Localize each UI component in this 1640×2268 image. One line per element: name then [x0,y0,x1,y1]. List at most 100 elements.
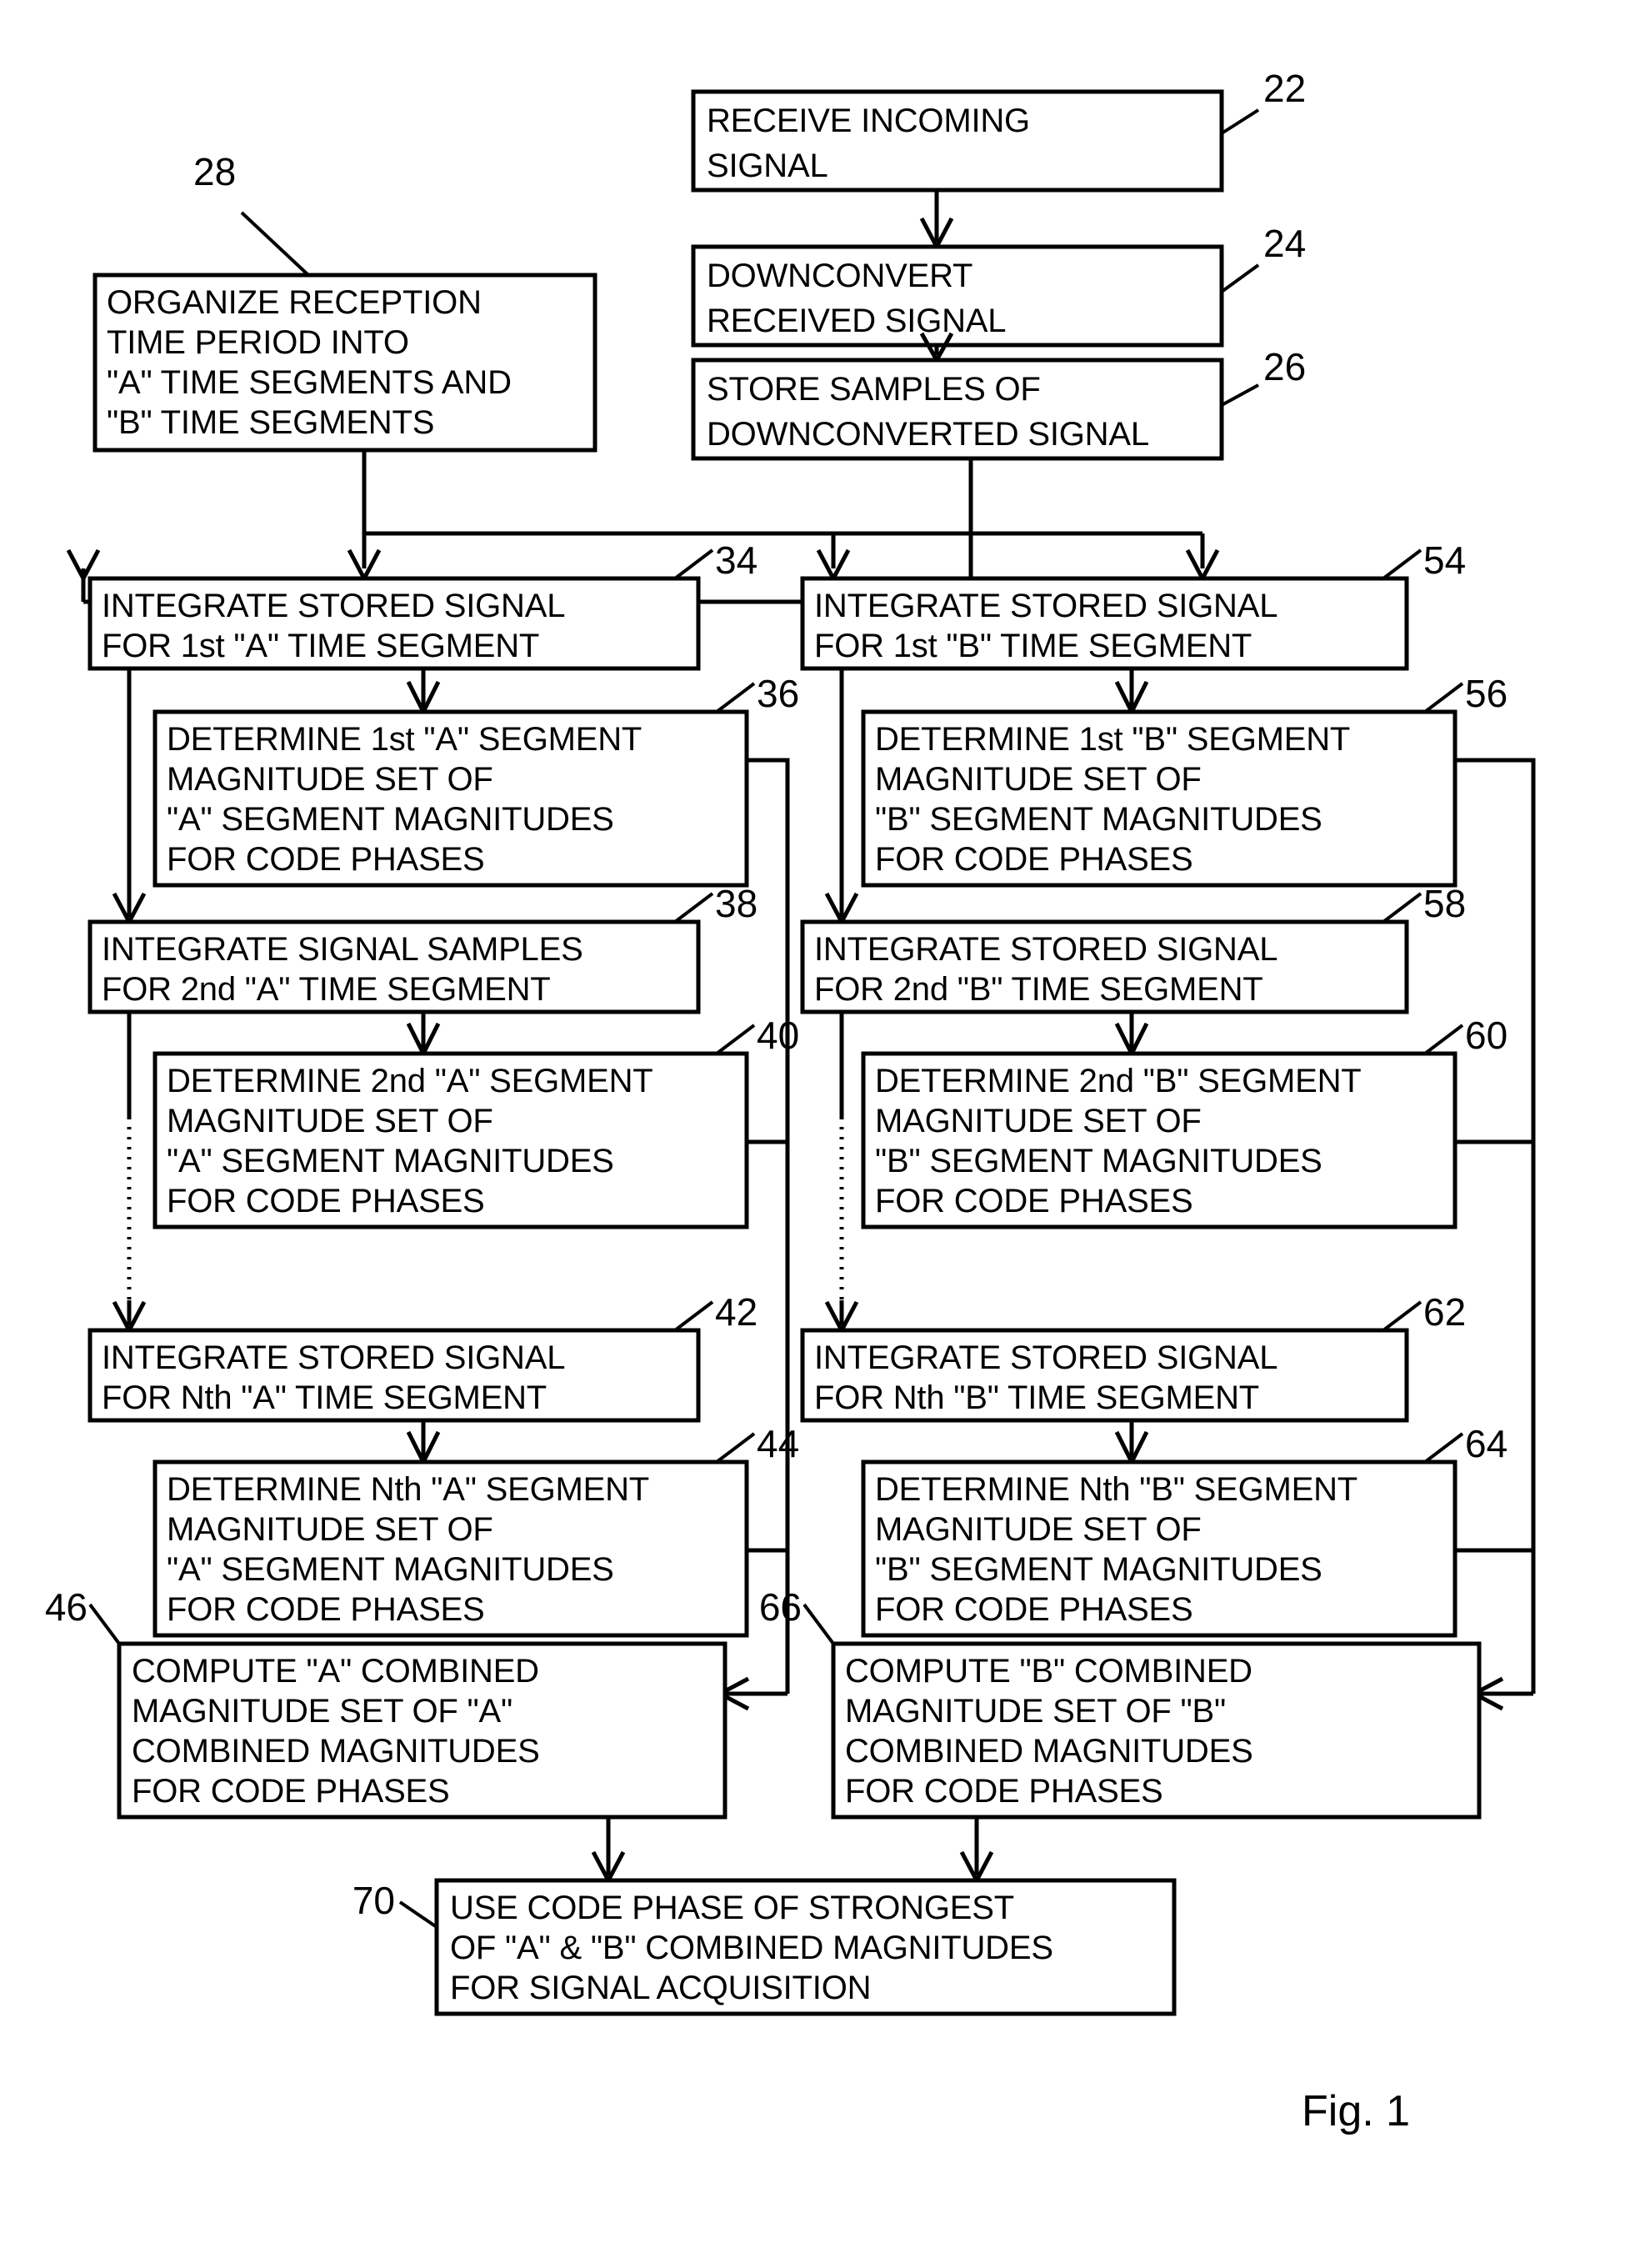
process-box-70-line-1: USE CODE PHASE OF STRONGEST [450,1890,1014,1926]
process-box-34-line-1: INTEGRATE STORED SIGNAL [102,588,565,624]
process-box-28-line-4: "B" TIME SEGMENTS [107,404,434,441]
process-box-40: DETERMINE 2nd "A" SEGMENT MAGNITUDE SET … [152,1014,799,1229]
ref-leader-70 [398,1900,438,1929]
ref-number-60: 60 [1465,1014,1508,1057]
ref-leader-62 [1382,1300,1422,1332]
ref-leader-60 [1423,1024,1464,1055]
ref-number-40: 40 [757,1014,799,1057]
arrow-22-to-24 [919,190,954,252]
process-box-66-line-4: FOR CODE PHASES [845,1773,1163,1810]
process-box-60-line-1: DETERMINE 2nd "B" SEGMENT [875,1063,1362,1099]
process-box-22-line-2: SIGNAL [707,148,828,184]
process-box-40-line-1: DETERMINE 2nd "A" SEGMENT [167,1063,653,1099]
process-box-60-line-3: "B" SEGMENT MAGNITUDES [875,1143,1322,1179]
patent-flowchart-figure-1: RECEIVE INCOMING SIGNAL 22 DOWNCONVERT R… [45,67,1536,2135]
ref-number-56: 56 [1465,672,1508,715]
process-box-38-line-2: FOR 2nd "A" TIME SEGMENT [102,971,551,1008]
process-box-66-line-3: COMBINED MAGNITUDES [845,1733,1253,1770]
process-box-36-line-3: "A" SEGMENT MAGNITUDES [167,801,614,838]
ref-leader-24 [1220,263,1260,293]
process-box-36: DETERMINE 1st "A" SEGMENT MAGNITUDE SET … [152,672,799,888]
process-box-22: RECEIVE INCOMING SIGNAL 22 [691,67,1306,193]
process-box-44: DETERMINE Nth "A" SEGMENT MAGNITUDE SET … [152,1422,799,1638]
ref-number-22: 22 [1263,67,1306,110]
ref-number-54: 54 [1423,538,1466,582]
process-box-28-line-1: ORGANIZE RECEPTION [107,284,482,321]
ref-number-42: 42 [715,1290,758,1334]
process-box-28-line-2: TIME PERIOD INTO [107,324,409,361]
process-box-24: DOWNCONVERT RECEIVED SIGNAL 24 [691,222,1306,348]
ref-number-36: 36 [757,672,799,715]
arrow-38-to-40 [406,1012,441,1059]
ref-number-66: 66 [759,1585,802,1629]
process-box-24-line-2: RECEIVED SIGNAL [707,303,1006,339]
ref-leader-46 [88,1603,121,1645]
process-box-26: STORE SAMPLES OF DOWNCONVERTED SIGNAL 26 [691,345,1306,461]
ref-number-62: 62 [1423,1290,1466,1334]
process-box-42-line-1: INTEGRATE STORED SIGNAL [102,1339,565,1376]
ref-number-70: 70 [352,1879,395,1922]
process-box-60-line-4: FOR CODE PHASES [875,1183,1193,1219]
process-box-70-line-2: OF "A" & "B" COMBINED MAGNITUDES [450,1930,1053,1966]
ref-leader-26 [1221,383,1259,407]
ref-number-28: 28 [193,150,236,193]
process-box-26-line-1: STORE SAMPLES OF [707,371,1041,408]
process-box-44-line-2: MAGNITUDE SET OF [167,1511,493,1548]
ref-leader-28 [240,211,310,277]
process-box-22-line-1: RECEIVE INCOMING [707,103,1030,139]
ref-leader-38 [673,892,714,924]
process-box-24-line-1: DOWNCONVERT [707,258,972,294]
ref-leader-42 [673,1300,714,1332]
ref-number-38: 38 [715,882,758,925]
process-box-64-line-3: "B" SEGMENT MAGNITUDES [875,1551,1322,1588]
process-box-62-line-2: FOR Nth "B" TIME SEGMENT [814,1379,1259,1416]
process-box-34: INTEGRATE STORED SIGNAL FOR 1st "A" TIME… [88,538,758,671]
process-box-54-line-2: FOR 1st "B" TIME SEGMENT [814,628,1252,664]
process-box-40-line-2: MAGNITUDE SET OF [167,1103,493,1139]
ref-leader-66 [802,1603,835,1645]
process-box-34-line-2: FOR 1st "A" TIME SEGMENT [102,628,539,664]
collector-bus-b [1455,758,1536,1711]
ref-number-26: 26 [1263,345,1306,388]
ref-number-46: 46 [45,1585,88,1629]
process-box-56-line-2: MAGNITUDE SET OF [875,761,1202,798]
arrow-58-spine-dotted-to-62 [824,1012,859,1335]
arrow-38-spine-dotted-to-42 [112,1012,147,1335]
process-box-46-line-1: COMPUTE "A" COMBINED [132,1653,539,1690]
process-box-60-line-2: MAGNITUDE SET OF [875,1103,1202,1139]
ref-number-58: 58 [1423,882,1466,925]
ref-leader-36 [715,682,756,713]
ref-leader-56 [1423,682,1464,713]
process-box-58: INTEGRATE STORED SIGNAL FOR 2nd "B" TIME… [800,882,1466,1014]
ref-leader-34 [673,548,714,580]
ref-leader-54 [1382,548,1422,580]
process-box-62: INTEGRATE STORED SIGNAL FOR Nth "B" TIME… [800,1290,1466,1423]
ref-number-44: 44 [757,1422,799,1465]
process-box-56: DETERMINE 1st "B" SEGMENT MAGNITUDE SET … [861,672,1508,888]
ref-number-34: 34 [715,538,758,582]
process-box-70-line-3: FOR SIGNAL ACQUISITION [450,1970,871,2006]
ref-leader-44 [715,1432,756,1464]
process-box-46-line-4: FOR CODE PHASES [132,1773,450,1810]
arrow-58-to-60 [1114,1012,1149,1059]
process-box-38-line-1: INTEGRATE SIGNAL SAMPLES [102,931,583,968]
process-box-58-line-1: INTEGRATE STORED SIGNAL [814,931,1278,968]
arrow-62-to-64 [1114,1420,1149,1467]
figure-label: Fig. 1 [1302,2087,1410,2135]
process-box-28: ORGANIZE RECEPTION TIME PERIOD INTO "A" … [92,150,598,453]
process-box-70: USE CODE PHASE OF STRONGEST OF "A" & "B"… [352,1878,1177,2016]
process-box-38: INTEGRATE SIGNAL SAMPLES FOR 2nd "A" TIM… [88,882,758,1014]
arrow-54-spine-to-58 [824,668,859,927]
arrow-54-to-56 [1114,668,1149,717]
process-box-58-line-2: FOR 2nd "B" TIME SEGMENT [814,971,1263,1008]
process-box-44-line-1: DETERMINE Nth "A" SEGMENT [167,1471,649,1508]
process-box-66-line-1: COMPUTE "B" COMBINED [845,1653,1252,1690]
arrow-34-spine-to-38 [112,668,147,927]
process-box-26-line-2: DOWNCONVERTED SIGNAL [707,416,1149,453]
arrow-66-to-70 [959,1817,994,1885]
ref-leader-22 [1220,108,1260,135]
process-box-64-line-1: DETERMINE Nth "B" SEGMENT [875,1471,1358,1508]
process-box-36-line-2: MAGNITUDE SET OF [167,761,493,798]
arrow-34-to-36 [406,668,441,717]
ref-leader-58 [1382,892,1422,924]
